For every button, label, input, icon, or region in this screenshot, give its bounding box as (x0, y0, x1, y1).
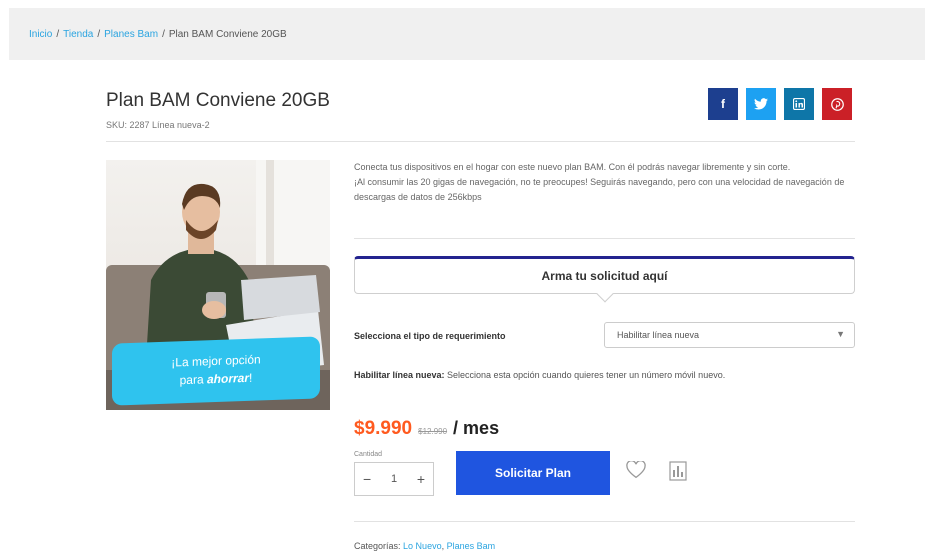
description-paragraph: ¡Al consumir las 20 gigas de navegación,… (354, 177, 845, 202)
pinterest-share-button[interactable] (822, 88, 852, 120)
category-link[interactable]: Planes Bam (447, 541, 496, 551)
description-paragraph: Conecta tus dispositivos en el hogar con… (354, 162, 791, 172)
category-link[interactable]: Lo Nuevo (403, 541, 442, 551)
current-price: $9.990 (354, 418, 413, 439)
heart-icon (626, 460, 646, 479)
product-title: Plan BAM Conviene 20GB (106, 90, 330, 111)
breadcrumb-separator: / (97, 28, 101, 40)
request-plan-button[interactable]: Solicitar Plan (456, 451, 610, 495)
requirement-type-select[interactable]: Habilitar línea nueva ▼ (604, 322, 855, 348)
breadcrumb-link-inicio[interactable]: Inicio (29, 29, 52, 40)
hint-title: Habilitar línea nueva: (354, 370, 445, 380)
decrease-button[interactable]: − (363, 471, 371, 487)
categories-label: Categorías: (354, 541, 401, 551)
breadcrumb-current: Plan BAM Conviene 20GB (168, 28, 287, 40)
breadcrumb-link-tienda[interactable]: Tienda (63, 29, 93, 40)
request-header-text: Arma tu solicitud aquí (541, 269, 668, 283)
facebook-share-button[interactable]: f (708, 88, 738, 120)
compare-icon (669, 461, 687, 481)
pinterest-icon (830, 97, 844, 111)
requirement-hint: Habilitar línea nueva: Selecciona esta o… (354, 370, 725, 380)
linkedin-icon (793, 98, 805, 110)
divider (106, 141, 855, 142)
price-block: $9.990 $12.990 / mes (354, 418, 499, 440)
request-header: Arma tu solicitud aquí (354, 256, 855, 303)
categories: Categorías: Lo Nuevo, Planes Bam (354, 541, 496, 551)
breadcrumb: Inicio / Tienda / Planes Bam / Plan BAM … (9, 8, 925, 60)
requirement-type-value: Habilitar línea nueva (617, 330, 700, 340)
facebook-icon: f (721, 97, 725, 111)
wishlist-button[interactable] (626, 460, 646, 484)
breadcrumb-separator: / (162, 28, 165, 40)
requirement-type-label: Selecciona el tipo de requerimiento (354, 331, 506, 341)
old-price: $12.990 (418, 427, 448, 436)
divider (354, 238, 855, 239)
request-header-notch (596, 285, 613, 303)
twitter-icon (754, 98, 768, 110)
price-period: / mes (453, 418, 500, 438)
twitter-share-button[interactable] (746, 88, 776, 120)
chevron-down-icon: ▼ (836, 329, 845, 339)
product-image: ¡La mejor opción para ahorrar! (106, 160, 330, 410)
product-sku: SKU: 2287 Línea nueva-2 (106, 120, 210, 130)
hint-text: Selecciona esta opción cuando quieres te… (444, 370, 726, 380)
divider (354, 521, 855, 522)
increase-button[interactable]: + (417, 471, 425, 487)
linkedin-share-button[interactable] (784, 88, 814, 120)
product-description: Conecta tus dispositivos en el hogar con… (354, 160, 854, 205)
social-share: f (708, 88, 852, 120)
breadcrumb-separator: / (56, 28, 60, 40)
quantity-stepper: − 1 + (354, 462, 434, 496)
quantity-input[interactable]: 1 (391, 473, 397, 485)
quantity-label: Cantidad (354, 451, 383, 458)
compare-button[interactable] (669, 461, 687, 486)
breadcrumb-link-planes-bam[interactable]: Planes Bam (104, 29, 158, 40)
promo-banner: ¡La mejor opción para ahorrar! (112, 336, 320, 406)
